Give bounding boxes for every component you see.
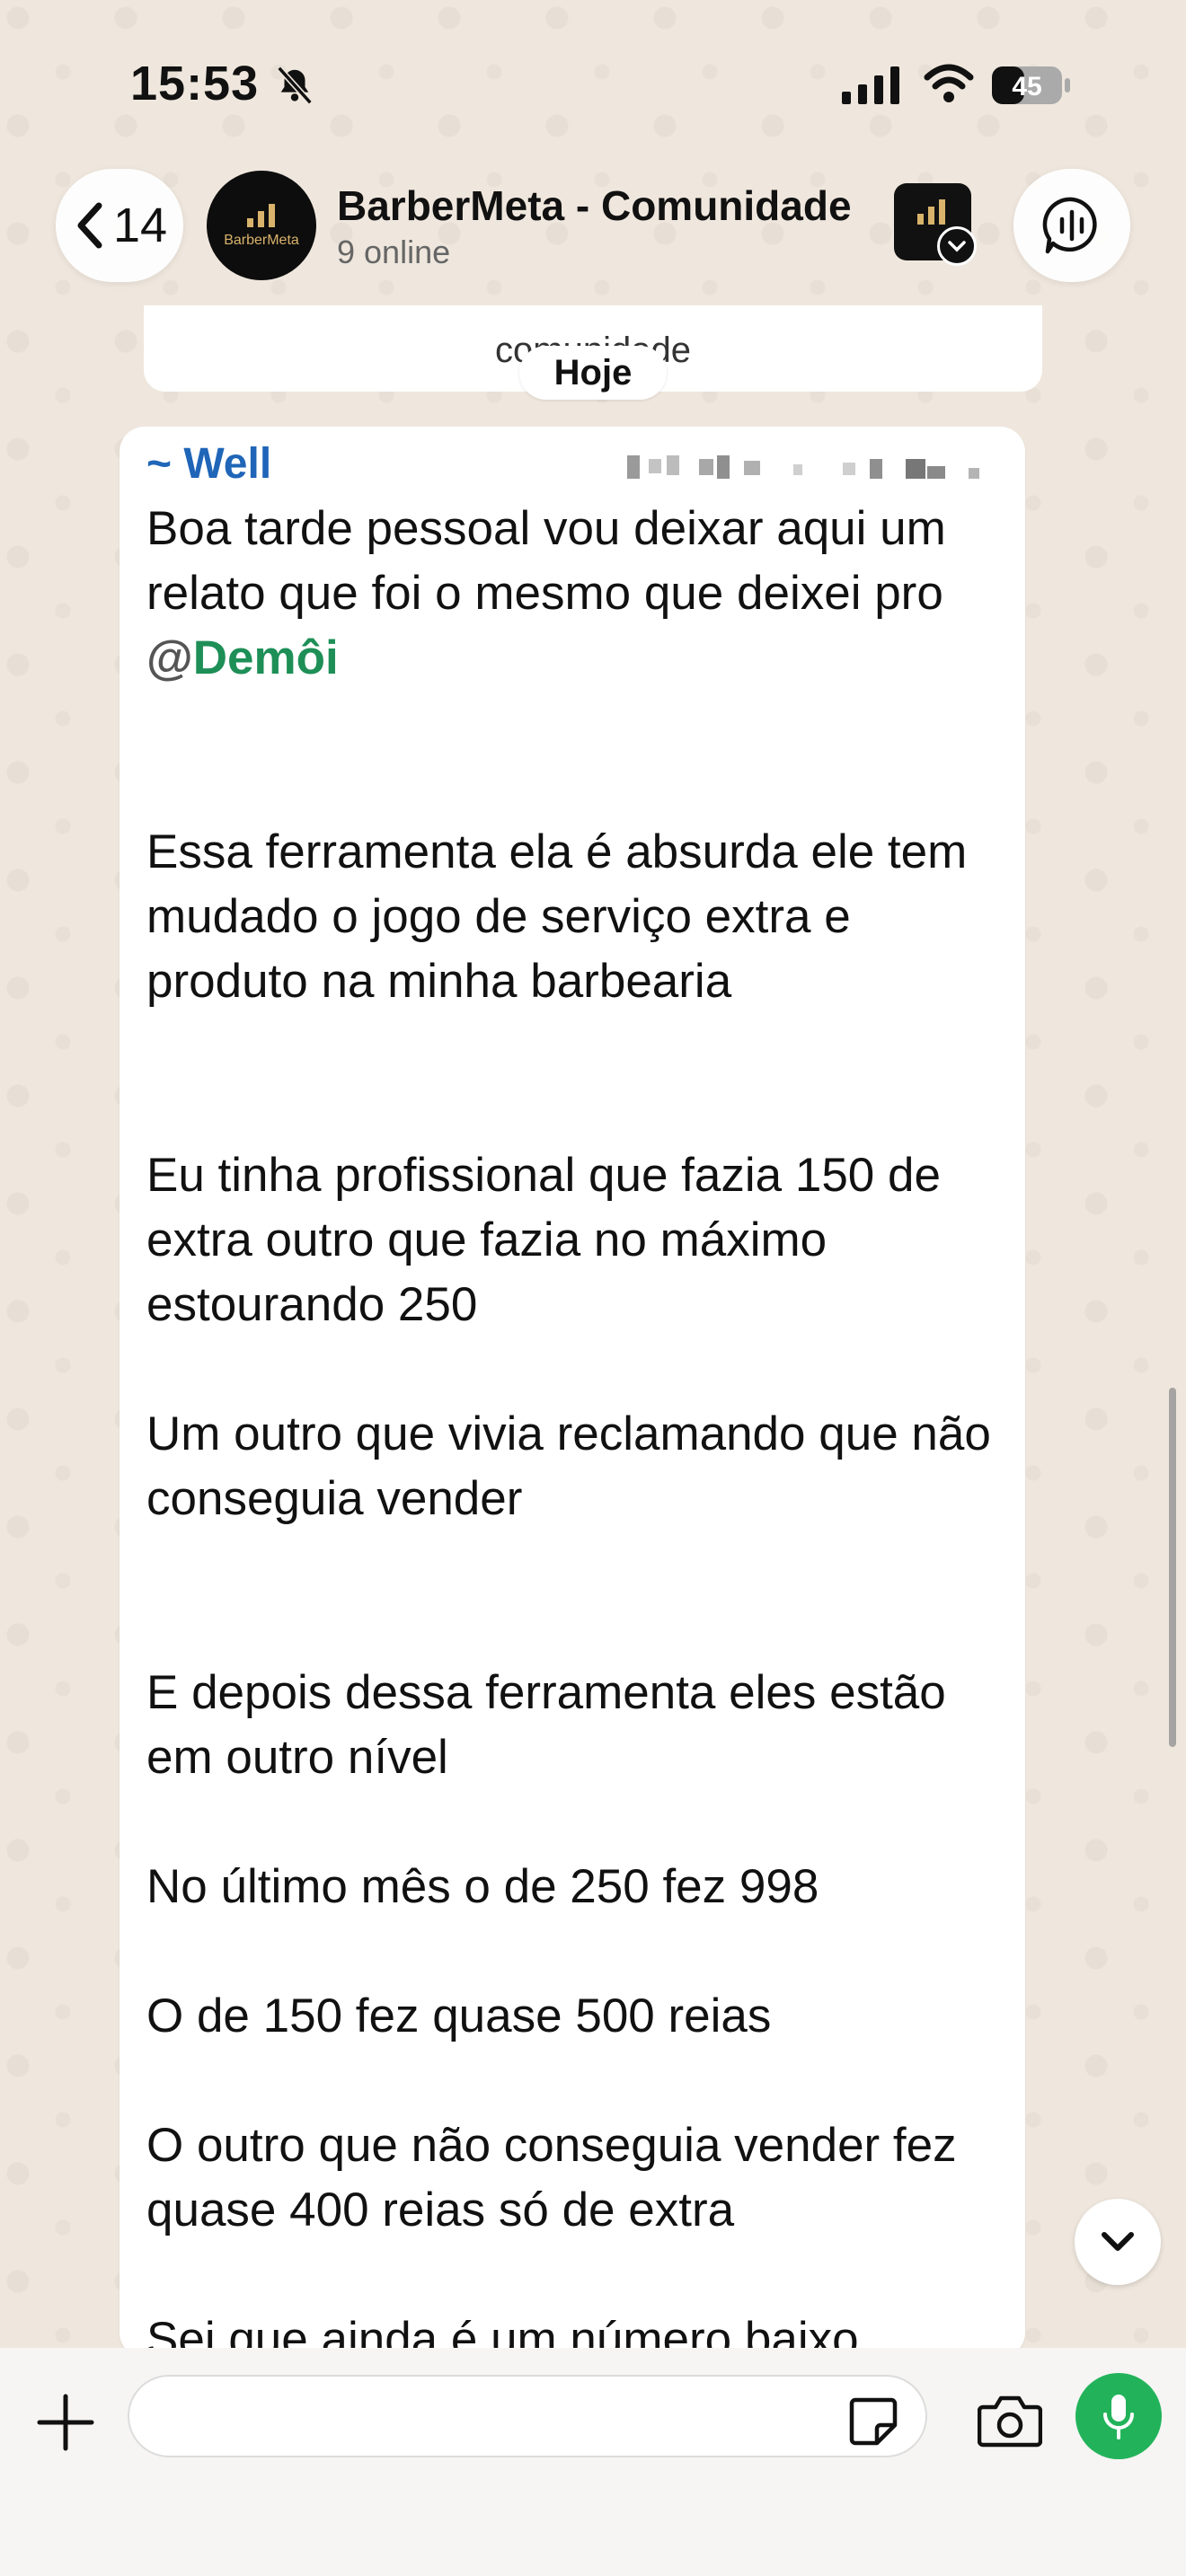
microphone-icon xyxy=(1103,2395,1134,2439)
battery-icon: 45 xyxy=(991,65,1072,106)
unread-count: 14 xyxy=(112,198,168,252)
sticker-icon[interactable] xyxy=(846,2395,900,2448)
chat-header: 14 BarberMeta BarberMeta - Comunidade 9 … xyxy=(0,162,1186,314)
message-text: Boa tarde pessoal vou deixar aqui um rel… xyxy=(146,497,1009,2358)
online-status: 9 online xyxy=(337,234,451,270)
message-paragraph: Essa ferramenta ela é absurda ele tem mu… xyxy=(146,825,968,1008)
wifi-icon xyxy=(924,64,974,102)
message-paragraph: O de 150 fez quase 500 reias xyxy=(146,1989,772,2042)
date-separator: Hoje xyxy=(519,346,667,400)
chevron-down-icon xyxy=(937,226,977,266)
sender-name[interactable]: ~ Well xyxy=(146,439,271,489)
chat-title[interactable]: BarberMeta - Comunidade xyxy=(337,181,852,230)
bell-slash-icon xyxy=(277,66,313,105)
signal-icon xyxy=(842,66,899,104)
battery-level: 45 xyxy=(1012,72,1041,101)
user-mention[interactable]: Demôi xyxy=(193,631,339,684)
chevron-down-icon xyxy=(1102,2232,1134,2251)
message-paragraph: Boa tarde pessoal vou deixar aqui um rel… xyxy=(146,497,1009,691)
voice-chat-button[interactable] xyxy=(1013,169,1130,282)
group-avatar[interactable]: BarberMeta xyxy=(207,171,316,280)
back-button[interactable]: 14 xyxy=(56,169,183,282)
scrollbar[interactable] xyxy=(1169,1388,1176,1747)
message-input[interactable] xyxy=(128,2375,927,2457)
message-line: Boa tarde pessoal vou deixar aqui um rel… xyxy=(146,502,946,620)
plus-icon[interactable] xyxy=(34,2391,97,2454)
message-paragraph: No último mês o de 250 fez 998 xyxy=(146,1860,819,1913)
message-paragraph: E depois dessa ferramenta eles estão em … xyxy=(146,1666,946,1784)
message-paragraph: Eu tinha profissional que fazia 150 de e… xyxy=(146,1149,941,1331)
mention-at-sign: @ xyxy=(146,631,193,684)
redacted-phone xyxy=(627,455,979,479)
status-time: 15:53 xyxy=(130,57,260,110)
message-paragraph: O outro que não conseguia vender fez qua… xyxy=(146,2119,957,2236)
message-bubble[interactable]: ~ Well Boa tarde pessoal vou deixar aqui… xyxy=(119,427,1025,2358)
bar-logo-icon xyxy=(247,204,275,227)
chevron-left-icon xyxy=(77,202,102,249)
voice-message-button[interactable] xyxy=(1075,2373,1162,2459)
camera-icon[interactable] xyxy=(978,2393,1042,2448)
voice-chat-icon xyxy=(1042,197,1097,254)
scroll-to-bottom-button[interactable] xyxy=(1075,2199,1161,2285)
compose-bar xyxy=(0,2348,1186,2576)
status-bar: 15:53 45 xyxy=(0,0,1186,162)
message-paragraph: Um outro que vivia reclamando que não co… xyxy=(146,1407,991,1525)
avatar-brand-text: BarberMeta xyxy=(224,233,299,248)
